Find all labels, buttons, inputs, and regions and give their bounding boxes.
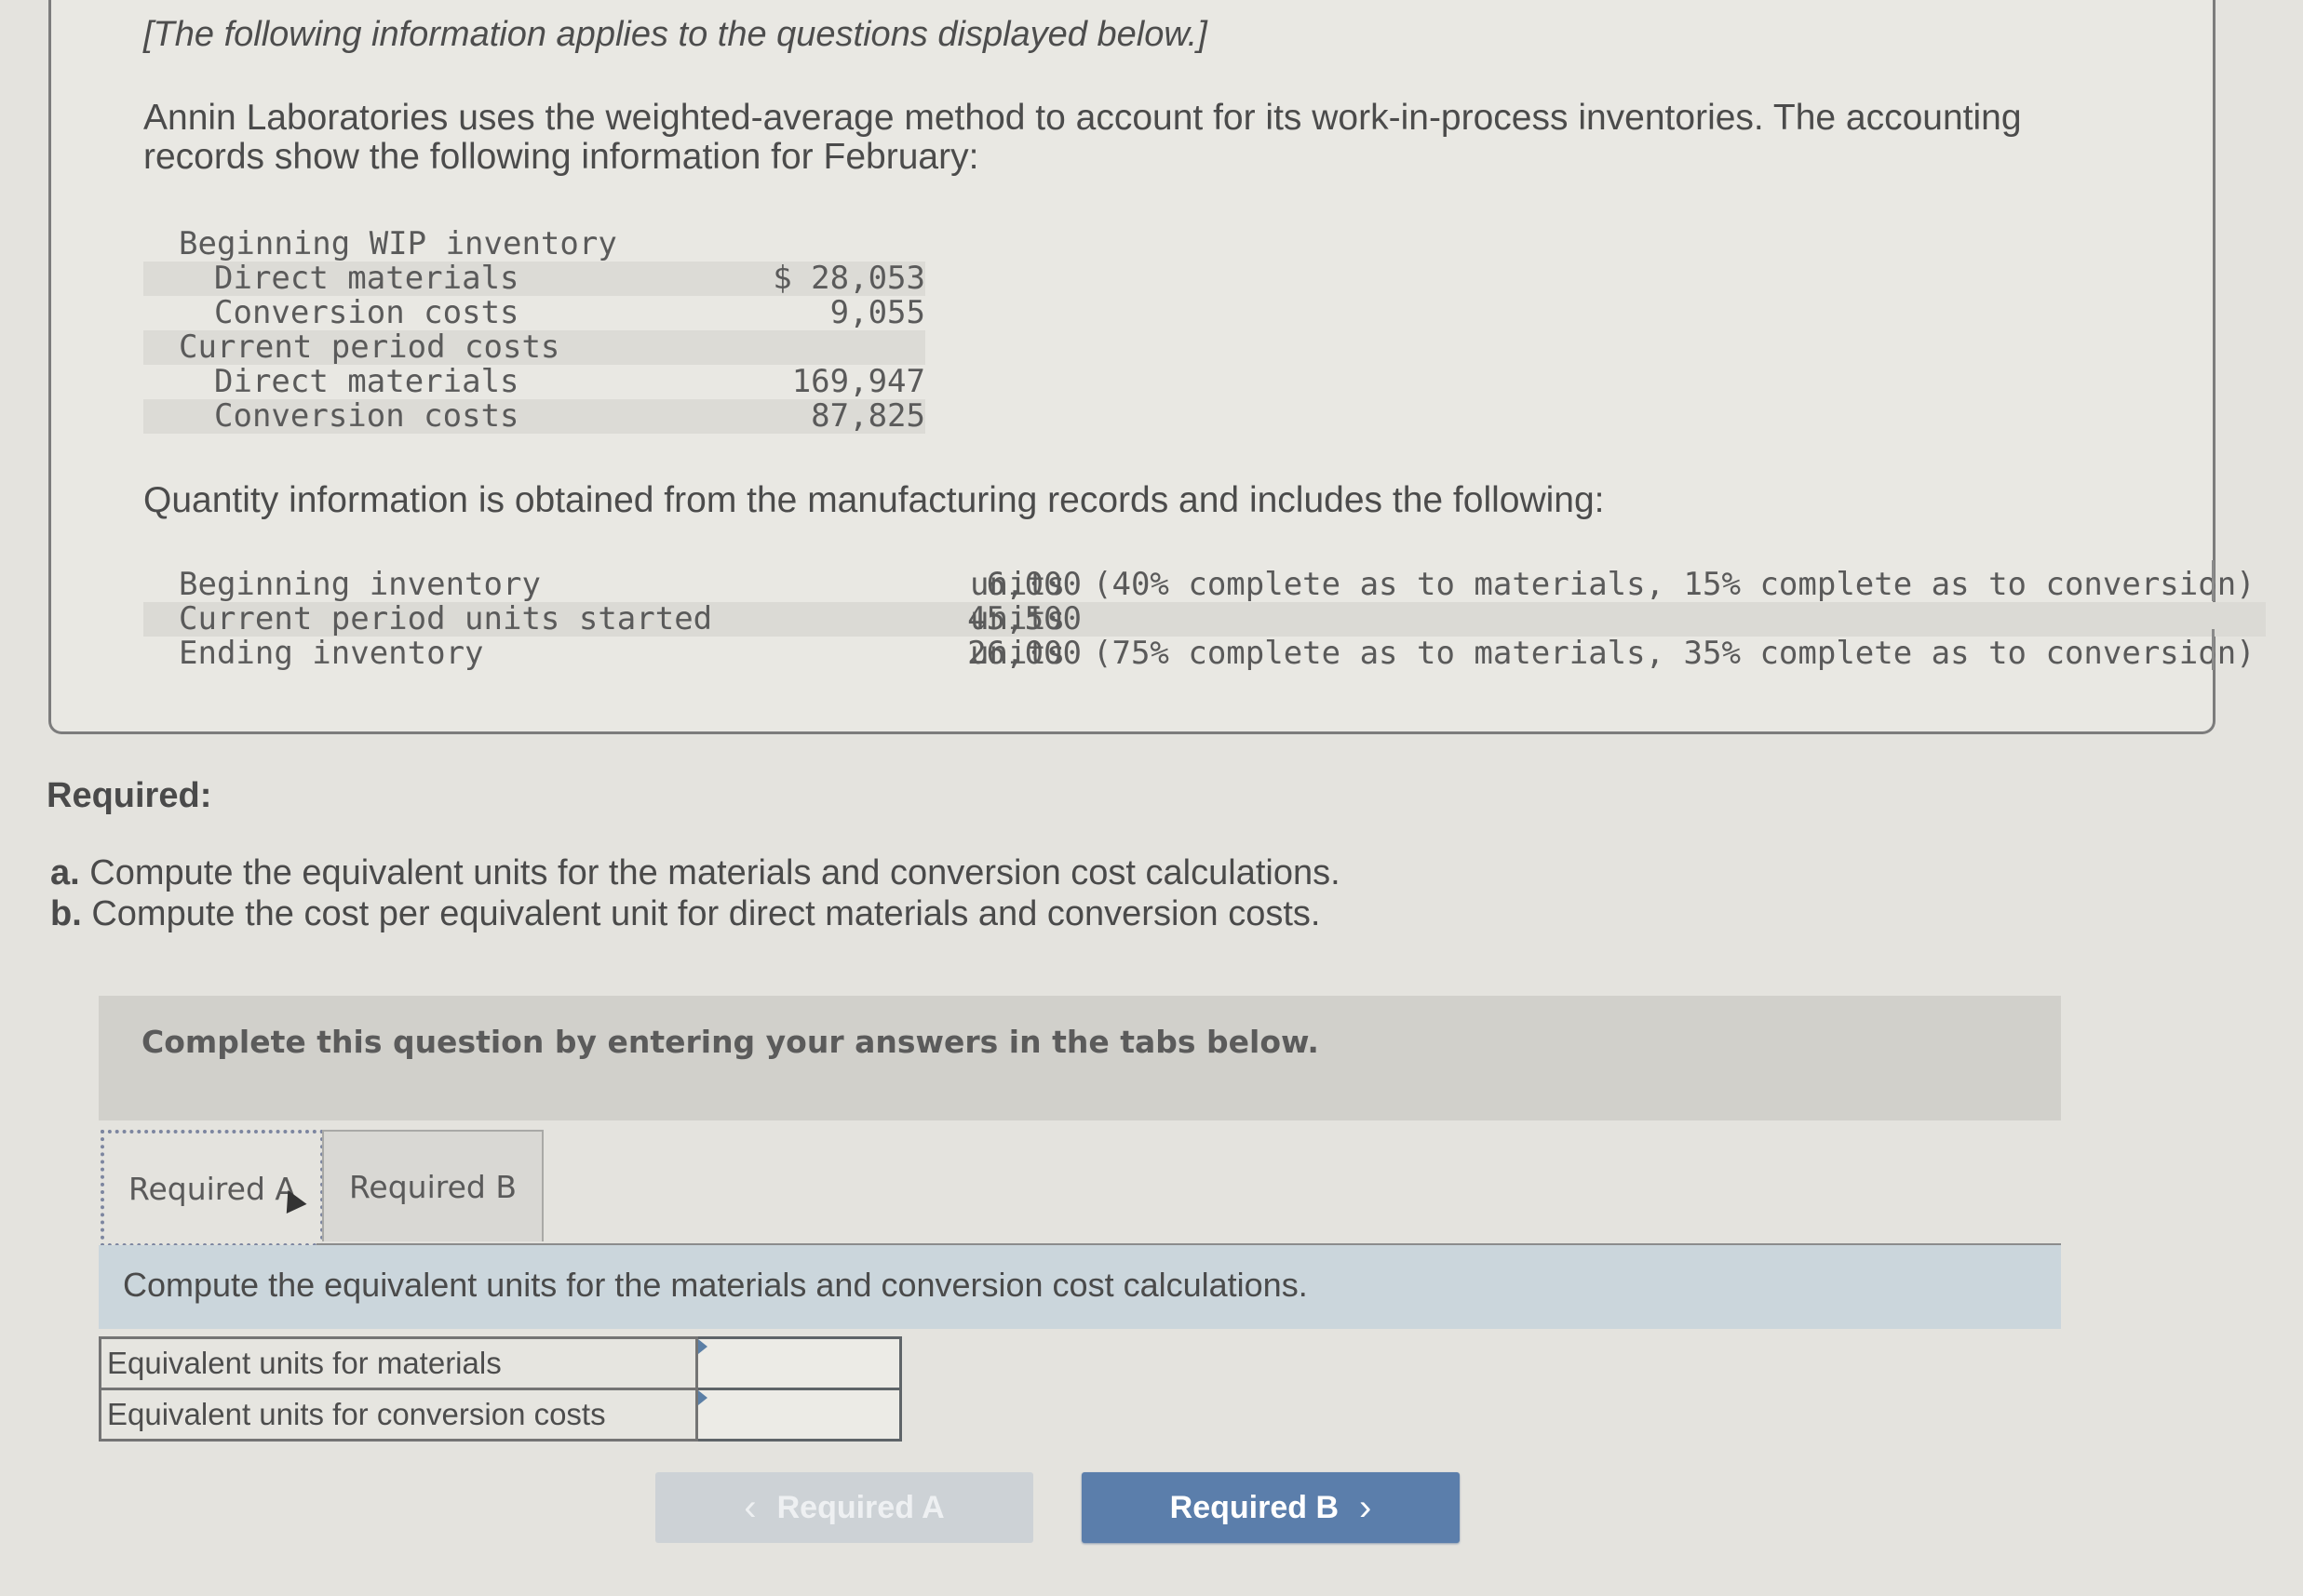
quantity-row: Ending inventory 26,000 units (75% compl… — [143, 629, 2266, 672]
chevron-left-icon: ‹ — [744, 1486, 757, 1528]
answer-cell — [695, 1388, 902, 1442]
cost-value: 87,825 — [811, 397, 925, 435]
tab-required-b[interactable]: Required B — [322, 1130, 544, 1241]
cost-label: Beginning WIP inventory — [179, 225, 617, 262]
equivalent-units-conversion-input[interactable] — [698, 1390, 899, 1439]
instructions-banner: Complete this question by entering your … — [99, 996, 2061, 1120]
cost-table: Beginning WIP inventory Direct materials… — [143, 227, 925, 434]
cost-value: 169,947 — [791, 363, 925, 400]
quantity-note: (40% complete as to materials, 15% compl… — [1093, 566, 2256, 603]
required-item: a. Compute the equivalent units for the … — [50, 852, 1340, 893]
answer-label: Equivalent units for conversion costs — [99, 1388, 698, 1442]
next-button-label: Required B — [1169, 1489, 1340, 1525]
input-marker-icon — [698, 1339, 707, 1354]
answer-cell — [695, 1336, 902, 1390]
quantity-table: Beginning inventory 6,000 units (40% com… — [143, 560, 2266, 672]
answer-row: Equivalent units for materials — [99, 1336, 902, 1390]
cost-label: Direct materials — [214, 260, 519, 297]
instruction-text: Compute the equivalent units for the mat… — [123, 1266, 1308, 1304]
cost-row: Conversion costs 87,825 — [143, 399, 925, 434]
input-marker-icon — [698, 1390, 707, 1405]
quantity-unit-label: units — [970, 566, 1066, 603]
cost-row: Conversion costs 9,055 — [143, 296, 925, 330]
cost-value: 9,055 — [829, 294, 925, 331]
quantity-row: Beginning inventory 6,000 units (40% com… — [143, 560, 2266, 603]
cost-row: Beginning WIP inventory — [143, 227, 925, 262]
tab-label: Required B — [348, 1168, 517, 1205]
required-text: Compute the equivalent units for the mat… — [89, 853, 1340, 892]
tab-label: Required A — [128, 1170, 296, 1207]
cost-label: Conversion costs — [214, 397, 519, 435]
answer-row: Equivalent units for conversion costs — [99, 1388, 902, 1442]
quantity-unit-label: units — [970, 600, 1066, 637]
intro-note: [The following information applies to th… — [143, 15, 1207, 54]
tab-required-a[interactable]: Required A — [101, 1130, 324, 1247]
required-letter: a. — [50, 853, 80, 892]
equivalent-units-materials-input[interactable] — [698, 1339, 899, 1388]
quantity-note: (75% complete as to materials, 35% compl… — [1093, 635, 2256, 672]
answer-label: Equivalent units for materials — [99, 1336, 698, 1390]
cost-row: Direct materials $ 28,053 — [143, 262, 925, 296]
prev-button-label: Required A — [776, 1489, 945, 1525]
cost-label: Conversion costs — [214, 294, 519, 331]
row-divider — [2212, 629, 2215, 670]
row-divider — [2212, 560, 2215, 601]
cost-label: Direct materials — [214, 363, 519, 400]
next-required-b-button[interactable]: Required B › — [1082, 1472, 1460, 1543]
tab-instruction: Compute the equivalent units for the mat… — [99, 1245, 2061, 1329]
quantity-label: Beginning inventory — [179, 566, 541, 603]
required-list: a. Compute the equivalent units for the … — [50, 852, 1340, 934]
quantity-intro: Quantity information is obtained from th… — [143, 480, 1605, 520]
quantity-label: Ending inventory — [179, 635, 484, 672]
answer-table: Equivalent units for materials Equivalen… — [99, 1336, 902, 1442]
required-item: b. Compute the cost per equivalent unit … — [50, 893, 1340, 934]
cost-row: Direct materials 169,947 — [143, 365, 925, 399]
cost-row: Current period costs — [143, 330, 925, 365]
quantity-row: Current period units started 45,500 unit… — [143, 602, 2266, 637]
required-heading: Required: — [47, 776, 212, 815]
required-text: Compute the cost per equivalent unit for… — [91, 894, 1321, 933]
cost-label: Current period costs — [179, 329, 560, 366]
quantity-label: Current period units started — [179, 600, 713, 637]
banner-text: Complete this question by entering your … — [141, 1024, 1319, 1060]
prev-required-a-button[interactable]: ‹ Required A — [655, 1472, 1033, 1543]
cost-value: $ 28,053 — [773, 260, 925, 297]
quantity-unit-label: units — [970, 635, 1066, 672]
problem-description: Annin Laboratories uses the weighted-ave… — [143, 98, 2022, 177]
required-letter: b. — [50, 894, 82, 933]
chevron-right-icon: › — [1359, 1486, 1372, 1528]
